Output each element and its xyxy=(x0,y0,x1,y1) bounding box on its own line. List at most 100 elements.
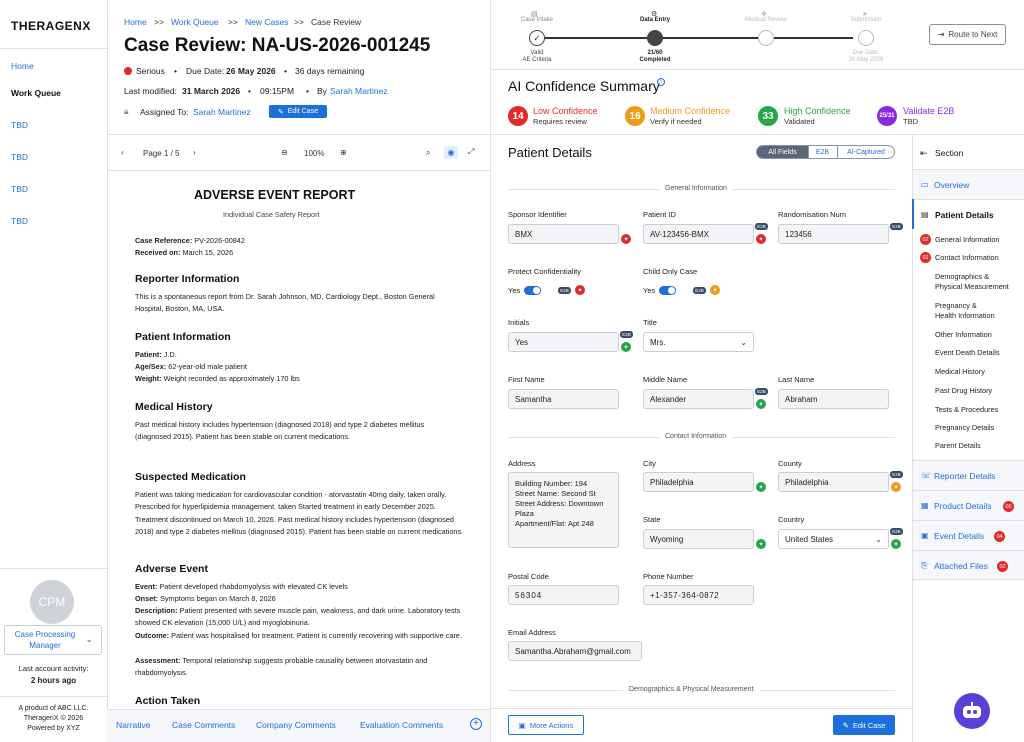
e2b-tag: E2B xyxy=(558,287,571,294)
middle-name-label: Middle Name xyxy=(643,375,688,384)
validate-e2b-badge[interactable]: 25/31 xyxy=(877,106,897,126)
breadcrumb-work-queue[interactable]: Work Queue xyxy=(171,17,219,27)
county-field[interactable]: Philadelphia xyxy=(778,472,889,492)
sponsor-id-label: Sponsor Identifier xyxy=(508,210,567,219)
panel-title: Patient Details xyxy=(508,145,592,160)
state-field[interactable]: Wyoming xyxy=(643,529,754,549)
low-confidence-badge[interactable]: 14 xyxy=(508,106,528,126)
info-icon[interactable]: i xyxy=(657,78,665,86)
randomisation-field[interactable]: 123456 xyxy=(778,224,889,244)
step-pending[interactable] xyxy=(758,30,774,46)
step-done-check-icon[interactable]: ✓ xyxy=(529,30,545,46)
collapse-icon[interactable]: ⇤ xyxy=(920,148,928,159)
email-field[interactable]: Samantha.Abraham@gmail.com xyxy=(508,641,642,661)
sidenav-parent-details[interactable]: Parent Details xyxy=(935,441,981,451)
segment-ai-captured[interactable]: AI-Captured xyxy=(838,145,895,159)
nav-work-queue[interactable]: Work Queue xyxy=(11,88,61,98)
ai-high-icon[interactable]: ✦ xyxy=(891,539,901,549)
high-confidence-badge[interactable]: 33 xyxy=(758,106,778,126)
expand-icon[interactable]: ⤢ xyxy=(468,147,474,157)
middle-name-field[interactable]: Alexander xyxy=(643,389,754,409)
role-select[interactable]: Case Processing Manager ⌄ xyxy=(4,625,102,655)
last-name-field[interactable]: Abraham xyxy=(778,389,889,409)
next-page-icon[interactable]: › xyxy=(193,148,196,157)
breadcrumb-new-cases[interactable]: New Cases xyxy=(245,17,288,27)
breadcrumb-home[interactable]: Home xyxy=(124,17,147,27)
address-field[interactable]: Building Number: 194 Street Name: Second… xyxy=(508,472,619,548)
title-select[interactable]: Mrs. ⌄ xyxy=(643,332,754,352)
sidenav-pregnancy-health[interactable]: Pregnancy & Health Information xyxy=(935,301,995,321)
sidenav-general-information[interactable]: General Information xyxy=(935,235,1000,245)
sidenav-event-death[interactable]: Event Death Details xyxy=(935,348,1000,358)
sidenav-medical-history[interactable]: Medical History xyxy=(935,367,985,377)
more-actions-button[interactable]: ▣ More Actions xyxy=(508,715,584,735)
sidenav-pregnancy-details[interactable]: Pregnancy Details xyxy=(935,423,994,433)
nav-tbd-4[interactable]: TBD xyxy=(11,216,28,226)
sidenav-product-details[interactable]: ▦ Product Details 06 xyxy=(913,490,1024,520)
count-badge: 02 xyxy=(920,252,931,263)
protect-confidentiality-toggle[interactable] xyxy=(524,286,541,295)
eye-icon[interactable]: ◉ xyxy=(444,146,458,159)
zoom-out-icon[interactable]: ⊖ xyxy=(281,148,288,157)
ai-medium-icon[interactable]: ✦ xyxy=(710,285,720,295)
send-icon: ➤ xyxy=(862,11,868,18)
ai-high-icon[interactable]: ✦ xyxy=(756,399,766,409)
nav-tbd-1[interactable]: TBD xyxy=(11,120,28,130)
step-pending[interactable] xyxy=(858,30,874,46)
low-confidence-sub: Requires review xyxy=(533,117,587,126)
tab-company-comments[interactable]: Company Comments xyxy=(256,720,336,730)
high-confidence-label: High Confidence xyxy=(784,106,851,116)
first-name-field[interactable]: Samantha xyxy=(508,389,619,409)
nav-tbd-2[interactable]: TBD xyxy=(11,152,28,162)
sidenav-past-drug-history[interactable]: Past Drug History xyxy=(935,386,992,396)
title-label: Title xyxy=(643,318,657,327)
edit-case-button-header[interactable]: ✎ Edit Case xyxy=(269,105,327,118)
medium-confidence-badge[interactable]: 16 xyxy=(625,106,645,126)
child-only-toggle[interactable] xyxy=(659,286,676,295)
tab-case-comments[interactable]: Case Comments xyxy=(172,720,235,730)
ai-high-icon[interactable]: ✦ xyxy=(756,539,766,549)
prev-page-icon[interactable]: ‹ xyxy=(121,148,124,157)
step-current[interactable] xyxy=(647,30,663,46)
search-icon[interactable]: ⌕ xyxy=(426,148,430,158)
segment-e2b[interactable]: E2B xyxy=(808,145,838,159)
assistant-bot-button[interactable] xyxy=(954,693,990,729)
postal-code-field[interactable]: 56304 xyxy=(508,585,619,605)
initials-field[interactable]: Yes xyxy=(508,332,619,352)
avatar[interactable]: CPM xyxy=(30,580,74,624)
segment-all-fields[interactable]: All Fields xyxy=(756,145,809,159)
ai-low-icon[interactable]: ✦ xyxy=(756,234,766,244)
dot-sep: • xyxy=(174,66,177,76)
ai-medium-icon[interactable]: ✦ xyxy=(891,482,901,492)
edit-case-button[interactable]: ✎ Edit Case xyxy=(833,715,895,735)
tab-narrative[interactable]: Narrative xyxy=(116,720,150,730)
country-select[interactable]: United States ⌄ xyxy=(778,529,889,549)
initials-label: Initials xyxy=(508,318,530,327)
sidenav-other-information[interactable]: Other Information xyxy=(935,330,992,340)
route-to-next-button[interactable]: ⇥ Route to Next xyxy=(929,24,1006,45)
sponsor-id-field[interactable]: BMX xyxy=(508,224,619,244)
modified-by-link[interactable]: Sarah Martinez xyxy=(330,86,388,96)
ai-low-icon[interactable]: ✦ xyxy=(621,234,631,244)
due-date-label: Due Date: xyxy=(186,66,225,76)
add-tab-icon[interactable]: + xyxy=(470,718,482,730)
ai-high-icon[interactable]: ✦ xyxy=(621,342,631,352)
patient-id-field[interactable]: AV-123456-BMX xyxy=(643,224,754,244)
sidenav-tests-procedures[interactable]: Tests & Procedures xyxy=(935,405,998,415)
sidenav-event-details[interactable]: ▣ Event Details 04 xyxy=(913,520,1024,550)
ai-low-icon[interactable]: ✦ xyxy=(575,285,585,295)
nav-home[interactable]: Home xyxy=(11,61,34,71)
sidenav-patient-details[interactable]: Patient Details xyxy=(935,210,994,220)
city-field[interactable]: Philadelphia xyxy=(643,472,754,492)
sidenav-overview[interactable]: ▭ Overview xyxy=(913,169,1024,199)
sidenav-contact-information[interactable]: Contact Information xyxy=(935,253,999,263)
nav-tbd-3[interactable]: TBD xyxy=(11,184,28,194)
zoom-in-icon[interactable]: ⊕ xyxy=(340,148,347,157)
tab-evaluation-comments[interactable]: Evaluation Comments xyxy=(360,720,443,730)
phone-field[interactable]: +1-357-364-0872 xyxy=(643,585,754,605)
sidenav-attached-files[interactable]: ⎘ Attached Files 02 xyxy=(913,550,1024,580)
ai-high-icon[interactable]: ✦ xyxy=(756,482,766,492)
sidenav-demographics[interactable]: Demographics & Physical Measurement xyxy=(935,272,1009,292)
assigned-to-link[interactable]: Sarah Martinez xyxy=(193,107,251,117)
sidenav-reporter-details[interactable]: ☏ Reporter Details xyxy=(913,460,1024,490)
